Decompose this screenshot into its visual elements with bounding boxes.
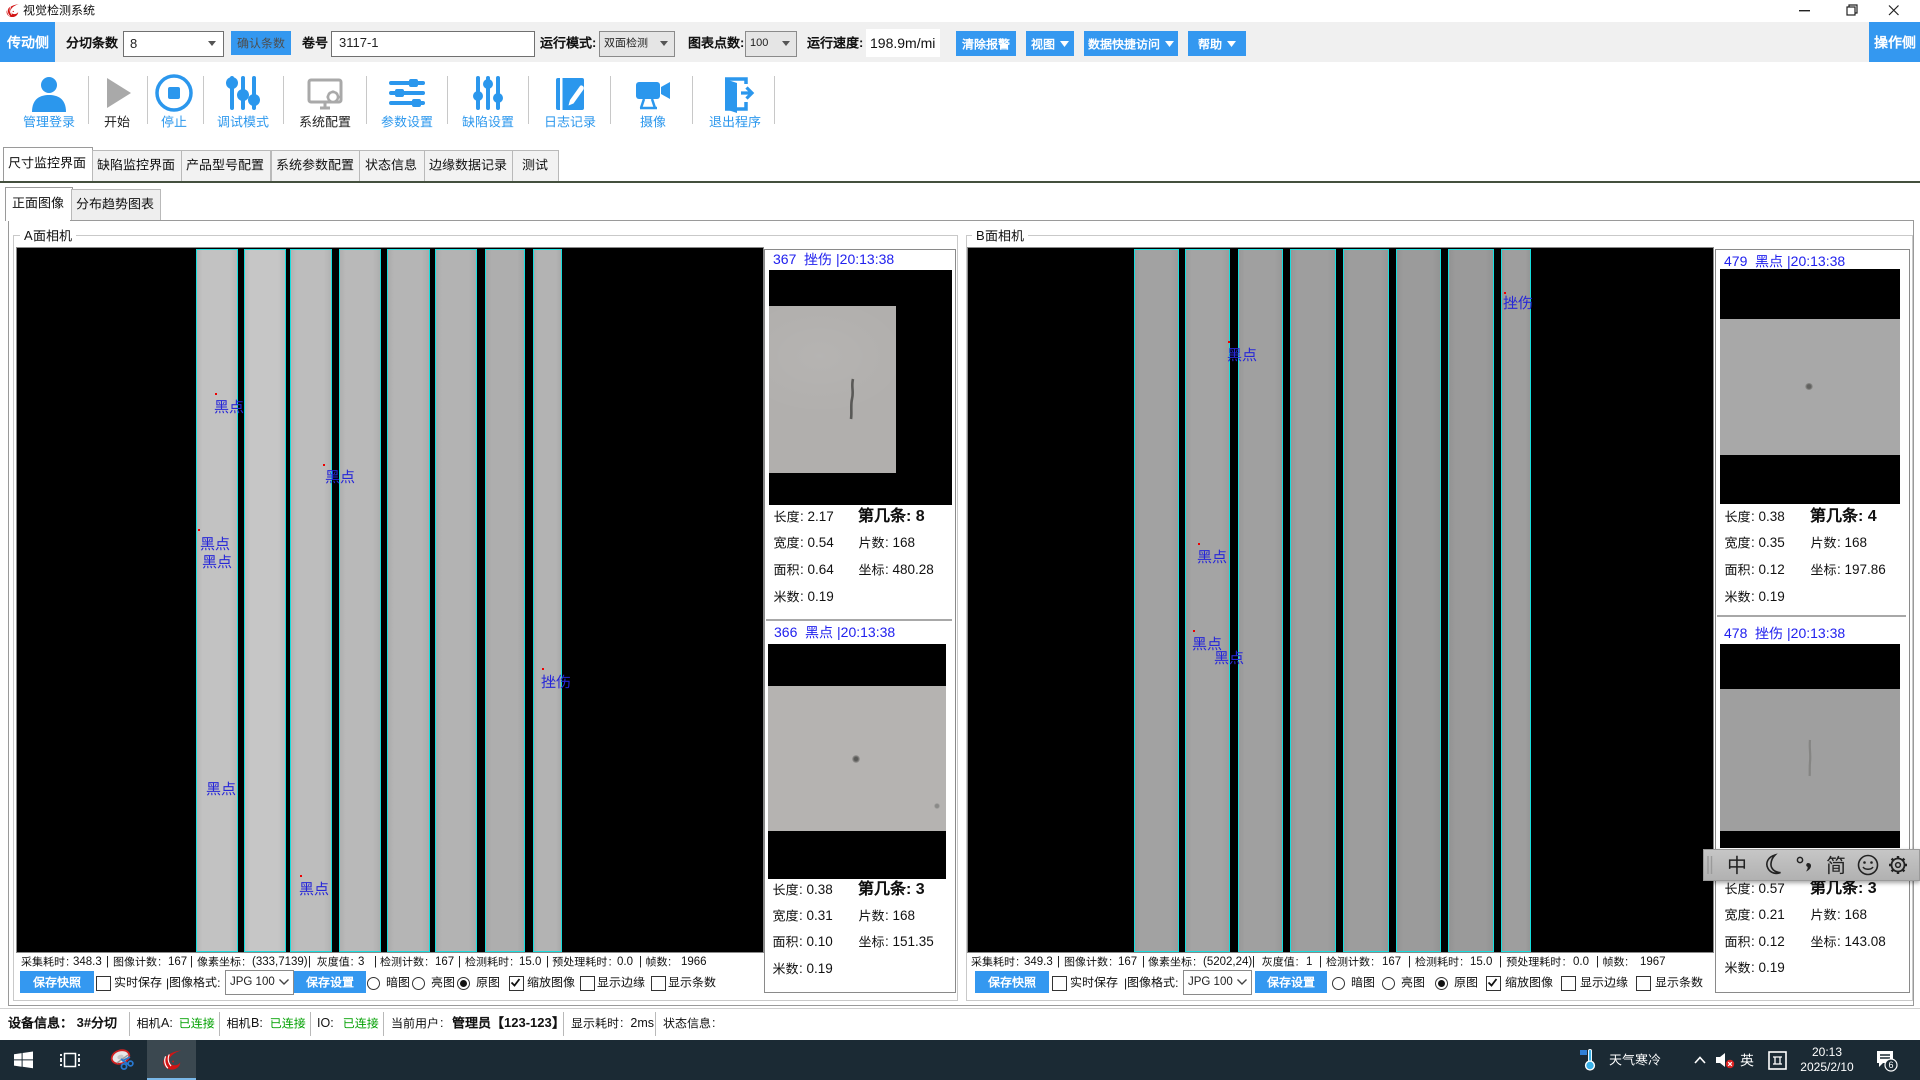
svg-text:6: 6 bbox=[1888, 1060, 1893, 1070]
